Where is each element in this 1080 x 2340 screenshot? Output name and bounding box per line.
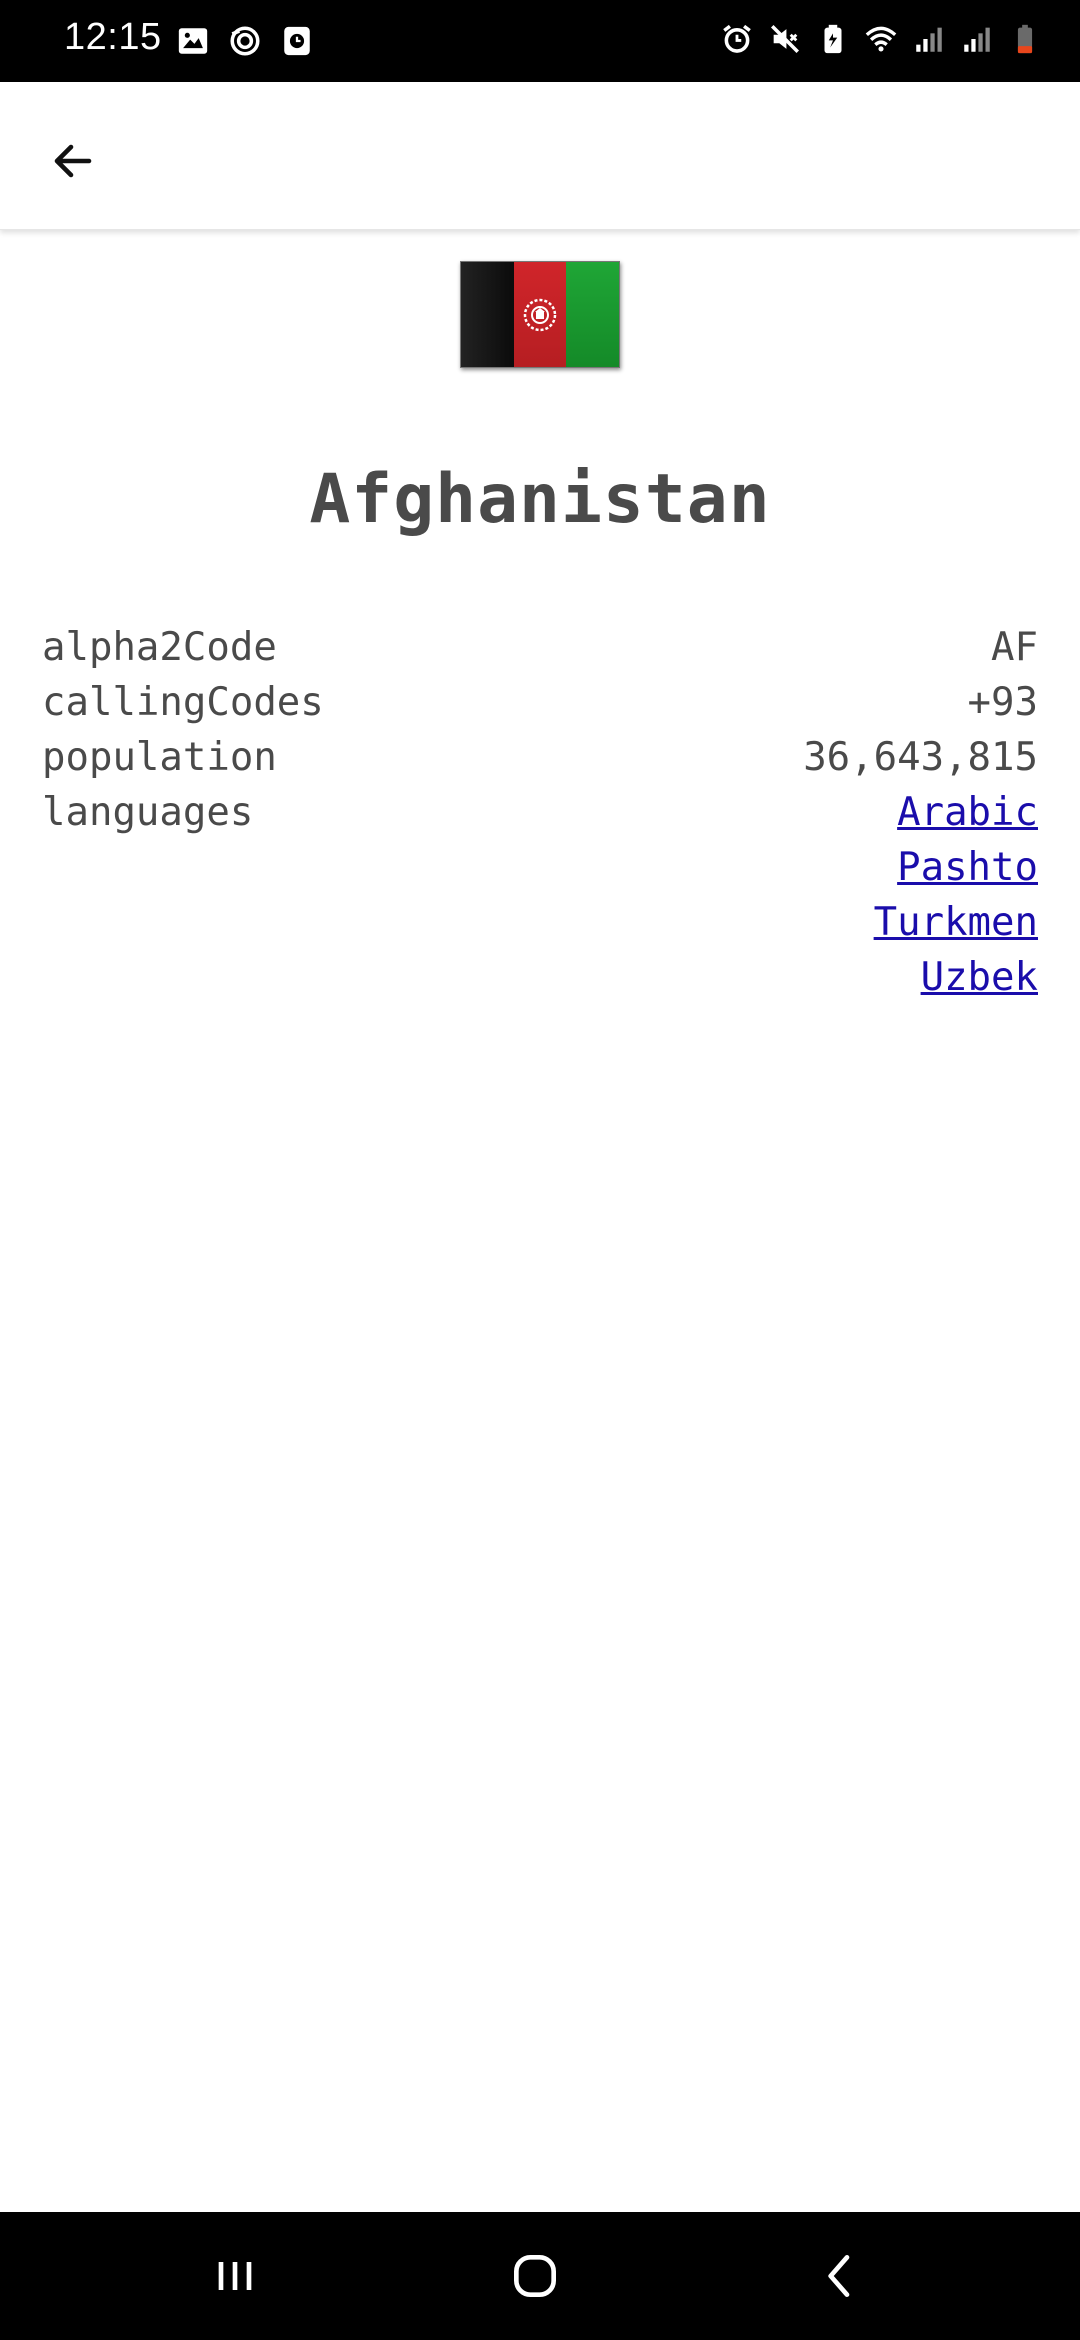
home-icon (514, 2255, 556, 2297)
detail-value: AF (991, 625, 1038, 670)
app-bar (0, 82, 1080, 230)
alarm-icon (723, 24, 751, 53)
image-icon (178, 28, 208, 54)
flag-stripe-green (566, 262, 620, 367)
sync-icon (230, 26, 260, 56)
status-time: 12:15 (64, 16, 162, 58)
recent-apps-icon (218, 2262, 252, 2290)
detail-label: callingCodes (42, 680, 324, 725)
language-link-pashto[interactable]: Pashto (897, 840, 1038, 895)
flag-stripe-red (513, 262, 567, 367)
detail-row-languages: languages Arabic Pashto Turkmen Uzbek (42, 785, 1038, 1005)
recent-apps-button[interactable] (180, 2234, 290, 2318)
detail-row-population: population 36,643,815 (42, 730, 1038, 785)
language-list: Arabic Pashto Turkmen Uzbek (874, 785, 1038, 1005)
mute-icon (770, 24, 800, 54)
country-name: Afghanistan (309, 460, 771, 539)
flag-emblem-icon (523, 298, 557, 331)
detail-value: 36,643,815 (803, 735, 1038, 780)
detail-row-calling-codes: callingCodes +93 (42, 675, 1038, 730)
flag-stripe-black (461, 262, 514, 367)
detail-value: +93 (967, 680, 1038, 725)
country-flag (460, 261, 620, 368)
detail-label: alpha2Code (42, 625, 277, 670)
language-link-turkmen[interactable]: Turkmen (874, 895, 1038, 950)
wifi-icon (865, 26, 897, 52)
back-icon (828, 2255, 850, 2297)
language-link-arabic[interactable]: Arabic (897, 785, 1038, 840)
battery-icon (1017, 24, 1033, 54)
battery-saver-icon (824, 24, 842, 54)
signal-icon (964, 27, 990, 52)
back-button[interactable] (30, 118, 116, 204)
language-link-uzbek[interactable]: Uzbek (921, 950, 1038, 1005)
status-left-icons (176, 24, 314, 58)
arrow-left-icon (54, 144, 92, 178)
detail-row-alpha2code: alpha2Code AF (42, 620, 1038, 675)
signal-icon (916, 27, 942, 52)
status-bar: 12:15 (0, 0, 1080, 82)
status-right-icons (720, 22, 1042, 56)
home-button[interactable] (480, 2234, 590, 2318)
detail-label: population (42, 735, 277, 780)
nav-back-button[interactable] (785, 2234, 895, 2318)
country-details: alpha2Code AF callingCodes +93 populatio… (42, 620, 1038, 1005)
clock-app-icon (284, 26, 310, 56)
navigation-bar (0, 2212, 1080, 2340)
detail-label: languages (42, 790, 254, 835)
